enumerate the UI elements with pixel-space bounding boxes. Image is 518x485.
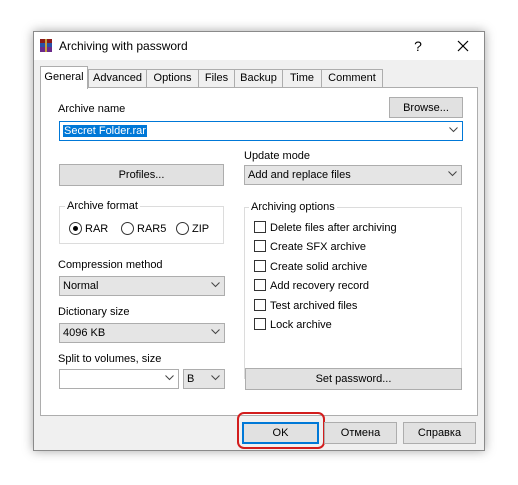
checkbox-create-sfx[interactable] [254,240,266,252]
compression-method-select[interactable]: Normal [59,276,225,296]
tab-backup[interactable]: Backup [234,69,283,87]
general-panel: Archive name Browse... Secret Folder.rar… [40,87,478,416]
dictionary-size-value: 4096 KB [63,327,106,339]
archive-format-label: Archive format [65,200,140,212]
radio-zip-label[interactable]: ZIP [192,223,209,235]
tab-time[interactable]: Time [282,69,322,87]
tab-options[interactable]: Options [146,69,199,87]
radio-zip[interactable] [176,222,189,235]
dictionary-size-label: Dictionary size [58,306,130,318]
option-delete-files-label[interactable]: Delete files after archiving [270,222,397,234]
option-create-solid-label[interactable]: Create solid archive [270,261,367,273]
archiving-options-label: Archiving options [249,201,337,213]
checkbox-lock-archive[interactable] [254,318,266,330]
winrar-icon [38,38,54,54]
option-test-files-label[interactable]: Test archived files [270,300,357,312]
tab-general[interactable]: General [40,66,88,89]
set-password-button[interactable]: Set password... [245,368,462,390]
profiles-button[interactable]: Profiles... [59,164,224,186]
split-volumes-label: Split to volumes, size [58,353,162,365]
browse-button[interactable]: Browse... [389,97,463,118]
archive-name-input[interactable]: Secret Folder.rar [63,125,147,137]
update-mode-select[interactable]: Add and replace files [244,165,462,185]
chevron-down-icon [211,282,220,288]
compression-method-value: Normal [63,280,99,292]
tab-advanced[interactable]: Advanced [88,69,147,87]
close-icon [457,40,469,52]
chevron-down-icon [211,329,220,335]
radio-rar5-label[interactable]: RAR5 [137,223,166,235]
archive-dialog: Archiving with password ? General Advanc… [33,31,485,451]
archive-name-combo[interactable]: Secret Folder.rar [59,121,463,141]
radio-rar[interactable] [69,222,82,235]
option-create-sfx-label[interactable]: Create SFX archive [270,241,366,253]
checkbox-delete-files[interactable] [254,221,266,233]
window-title: Archiving with password [59,39,188,53]
close-button[interactable] [452,35,474,57]
chevron-down-icon [165,375,174,381]
split-volumes-input[interactable] [59,369,179,389]
archive-name-label: Archive name [58,103,126,115]
option-recovery-record-label[interactable]: Add recovery record [270,280,369,292]
update-mode-label: Update mode [244,150,311,162]
radio-selected-dot [73,226,78,231]
ok-button[interactable]: OK [242,422,319,444]
checkbox-recovery-record[interactable] [254,279,266,291]
tab-comment[interactable]: Comment [321,69,383,87]
dictionary-size-select[interactable]: 4096 KB [59,323,225,343]
compression-method-label: Compression method [58,259,163,271]
checkbox-create-solid[interactable] [254,260,266,272]
radio-rar5[interactable] [121,222,134,235]
option-lock-archive-label[interactable]: Lock archive [270,319,332,331]
checkbox-test-files[interactable] [254,299,266,311]
chevron-down-icon [449,127,458,133]
split-unit-value: B [187,373,195,385]
update-mode-value: Add and replace files [248,169,351,181]
tab-files[interactable]: Files [198,69,235,87]
cancel-button[interactable]: Отмена [324,422,397,444]
title-bar: Archiving with password ? [34,32,484,60]
help-footer-button[interactable]: Справка [403,422,476,444]
chevron-down-icon [448,171,457,177]
chevron-down-icon [211,375,220,381]
help-button[interactable]: ? [409,37,427,55]
split-unit-select[interactable]: B [183,369,225,389]
radio-rar-label[interactable]: RAR [85,223,108,235]
